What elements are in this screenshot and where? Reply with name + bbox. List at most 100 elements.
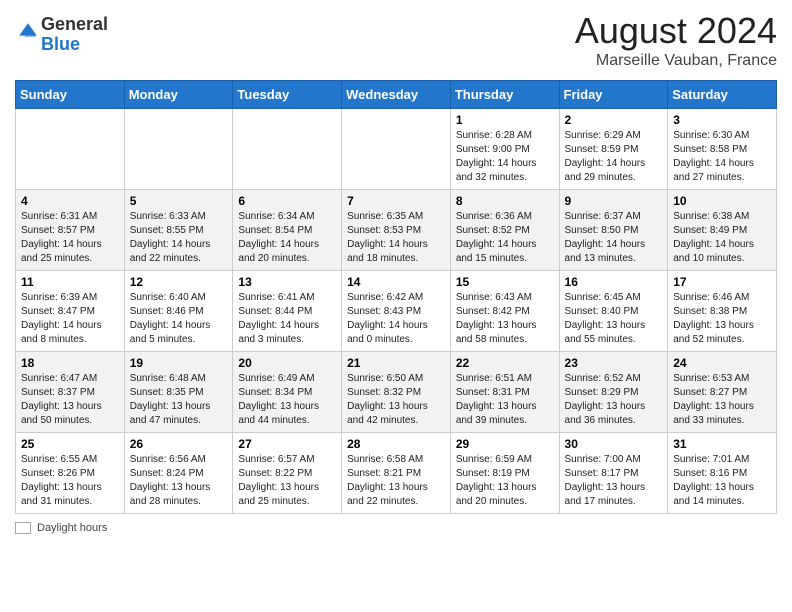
day-number: 17 [673,275,771,289]
day-info: Sunrise: 7:00 AM Sunset: 8:17 PM Dayligh… [565,453,663,509]
calendar-cell: 30 Sunrise: 7:00 AM Sunset: 8:17 PM Dayli… [559,433,668,514]
day-number: 29 [456,437,554,451]
day-number: 18 [21,356,119,370]
logo: General Blue [15,15,108,55]
day-info: Sunrise: 6:40 AM Sunset: 8:46 PM Dayligh… [130,291,228,347]
day-info: Sunrise: 6:45 AM Sunset: 8:40 PM Dayligh… [565,291,663,347]
calendar-week-3: 11Sunrise: 6:39 AM Sunset: 8:47 PM Dayli… [16,271,777,352]
day-info: Sunrise: 6:47 AM Sunset: 8:37 PM Dayligh… [21,372,119,428]
day-number: 25 [21,437,119,451]
day-info: Sunrise: 6:55 AM Sunset: 8:26 PM Dayligh… [21,453,119,509]
calendar-cell: 19 Sunrise: 6:48 AM Sunset: 8:35 PM Dayli… [124,352,233,433]
calendar-cell: 6 Sunrise: 6:34 AM Sunset: 8:54 PM Daylig… [233,190,342,271]
calendar-cell: 12 Sunrise: 6:40 AM Sunset: 8:46 PM Dayli… [124,271,233,352]
day-info: Sunrise: 6:50 AM Sunset: 8:32 PM Dayligh… [347,372,445,428]
day-number: 30 [565,437,663,451]
day-header-friday: Friday [559,81,668,109]
day-number: 15 [456,275,554,289]
day-header-sunday: Sunday [16,81,125,109]
day-number: 9 [565,194,663,208]
calendar-cell: 3Sunrise: 6:30 AM Sunset: 8:58 PM Daylig… [668,109,777,190]
day-info: Sunrise: 6:33 AM Sunset: 8:55 PM Dayligh… [130,210,228,266]
logo-general-text: General Blue [41,15,108,55]
day-info: Sunrise: 6:38 AM Sunset: 8:49 PM Dayligh… [673,210,771,266]
calendar-cell: 8 Sunrise: 6:36 AM Sunset: 8:52 PM Daylig… [450,190,559,271]
calendar-cell [124,109,233,190]
day-number: 22 [456,356,554,370]
day-number: 12 [130,275,228,289]
calendar-cell: 10 Sunrise: 6:38 AM Sunset: 8:49 PM Dayli… [668,190,777,271]
calendar-cell [16,109,125,190]
day-number: 21 [347,356,445,370]
legend-label: Daylight hours [37,522,107,534]
day-number: 6 [238,194,336,208]
day-info: Sunrise: 7:01 AM Sunset: 8:16 PM Dayligh… [673,453,771,509]
day-number: 8 [456,194,554,208]
day-number: 10 [673,194,771,208]
calendar-cell: 27 Sunrise: 6:57 AM Sunset: 8:22 PM Dayli… [233,433,342,514]
day-info: Sunrise: 6:41 AM Sunset: 8:44 PM Dayligh… [238,291,336,347]
logo-icon [17,21,39,43]
day-number: 2 [565,113,663,127]
day-number: 31 [673,437,771,451]
calendar-cell: 16 Sunrise: 6:45 AM Sunset: 8:40 PM Dayli… [559,271,668,352]
calendar-cell: 18 Sunrise: 6:47 AM Sunset: 8:37 PM Dayli… [16,352,125,433]
calendar-cell: 7 Sunrise: 6:35 AM Sunset: 8:53 PM Daylig… [342,190,451,271]
calendar-cell: 22Sunrise: 6:51 AM Sunset: 8:31 PM Dayli… [450,352,559,433]
calendar-cell: 31 Sunrise: 7:01 AM Sunset: 8:16 PM Dayli… [668,433,777,514]
day-number: 1 [456,113,554,127]
calendar-cell: 17 Sunrise: 6:46 AM Sunset: 8:38 PM Dayli… [668,271,777,352]
calendar-cell: 25 Sunrise: 6:55 AM Sunset: 8:26 PM Dayli… [16,433,125,514]
calendar-week-2: 4 Sunrise: 6:31 AM Sunset: 8:57 PM Daylig… [16,190,777,271]
day-info: Sunrise: 6:31 AM Sunset: 8:57 PM Dayligh… [21,210,119,266]
calendar-cell: 2Sunrise: 6:29 AM Sunset: 8:59 PM Daylig… [559,109,668,190]
header-row: SundayMondayTuesdayWednesdayThursdayFrid… [16,81,777,109]
calendar-week-4: 18 Sunrise: 6:47 AM Sunset: 8:37 PM Dayli… [16,352,777,433]
calendar-cell: 26Sunrise: 6:56 AM Sunset: 8:24 PM Dayli… [124,433,233,514]
day-info: Sunrise: 6:34 AM Sunset: 8:54 PM Dayligh… [238,210,336,266]
calendar-cell: 13Sunrise: 6:41 AM Sunset: 8:44 PM Dayli… [233,271,342,352]
calendar-week-5: 25 Sunrise: 6:55 AM Sunset: 8:26 PM Dayli… [16,433,777,514]
calendar-cell [233,109,342,190]
header: General Blue August 2024 Marseille Vauba… [15,10,777,70]
calendar-cell: 9 Sunrise: 6:37 AM Sunset: 8:50 PM Daylig… [559,190,668,271]
day-info: Sunrise: 6:28 AM Sunset: 9:00 PM Dayligh… [456,129,554,185]
legend-box [15,522,31,534]
calendar-cell: 5 Sunrise: 6:33 AM Sunset: 8:55 PM Daylig… [124,190,233,271]
day-info: Sunrise: 6:48 AM Sunset: 8:35 PM Dayligh… [130,372,228,428]
day-info: Sunrise: 6:35 AM Sunset: 8:53 PM Dayligh… [347,210,445,266]
day-info: Sunrise: 6:36 AM Sunset: 8:52 PM Dayligh… [456,210,554,266]
day-number: 23 [565,356,663,370]
calendar-week-1: 1 Sunrise: 6:28 AM Sunset: 9:00 PM Daylig… [16,109,777,190]
calendar-cell: 21 Sunrise: 6:50 AM Sunset: 8:32 PM Dayli… [342,352,451,433]
day-number: 14 [347,275,445,289]
day-info: Sunrise: 6:46 AM Sunset: 8:38 PM Dayligh… [673,291,771,347]
day-header-thursday: Thursday [450,81,559,109]
calendar-cell [342,109,451,190]
day-info: Sunrise: 6:56 AM Sunset: 8:24 PM Dayligh… [130,453,228,509]
day-number: 7 [347,194,445,208]
day-info: Sunrise: 6:49 AM Sunset: 8:34 PM Dayligh… [238,372,336,428]
day-info: Sunrise: 6:57 AM Sunset: 8:22 PM Dayligh… [238,453,336,509]
title-area: August 2024 Marseille Vauban, France [575,10,777,70]
day-number: 5 [130,194,228,208]
calendar-cell: 23 Sunrise: 6:52 AM Sunset: 8:29 PM Dayli… [559,352,668,433]
day-number: 4 [21,194,119,208]
calendar-cell: 4 Sunrise: 6:31 AM Sunset: 8:57 PM Daylig… [16,190,125,271]
day-number: 16 [565,275,663,289]
calendar-cell: 28Sunrise: 6:58 AM Sunset: 8:21 PM Dayli… [342,433,451,514]
calendar-cell: 29Sunrise: 6:59 AM Sunset: 8:19 PM Dayli… [450,433,559,514]
legend: Daylight hours [15,522,777,534]
day-number: 28 [347,437,445,451]
day-info: Sunrise: 6:37 AM Sunset: 8:50 PM Dayligh… [565,210,663,266]
day-info: Sunrise: 6:42 AM Sunset: 8:43 PM Dayligh… [347,291,445,347]
day-header-monday: Monday [124,81,233,109]
calendar-cell: 15Sunrise: 6:43 AM Sunset: 8:42 PM Dayli… [450,271,559,352]
main-title: August 2024 [575,10,777,52]
day-number: 19 [130,356,228,370]
calendar-table: SundayMondayTuesdayWednesdayThursdayFrid… [15,80,777,514]
day-info: Sunrise: 6:52 AM Sunset: 8:29 PM Dayligh… [565,372,663,428]
day-number: 24 [673,356,771,370]
day-info: Sunrise: 6:39 AM Sunset: 8:47 PM Dayligh… [21,291,119,347]
day-number: 27 [238,437,336,451]
